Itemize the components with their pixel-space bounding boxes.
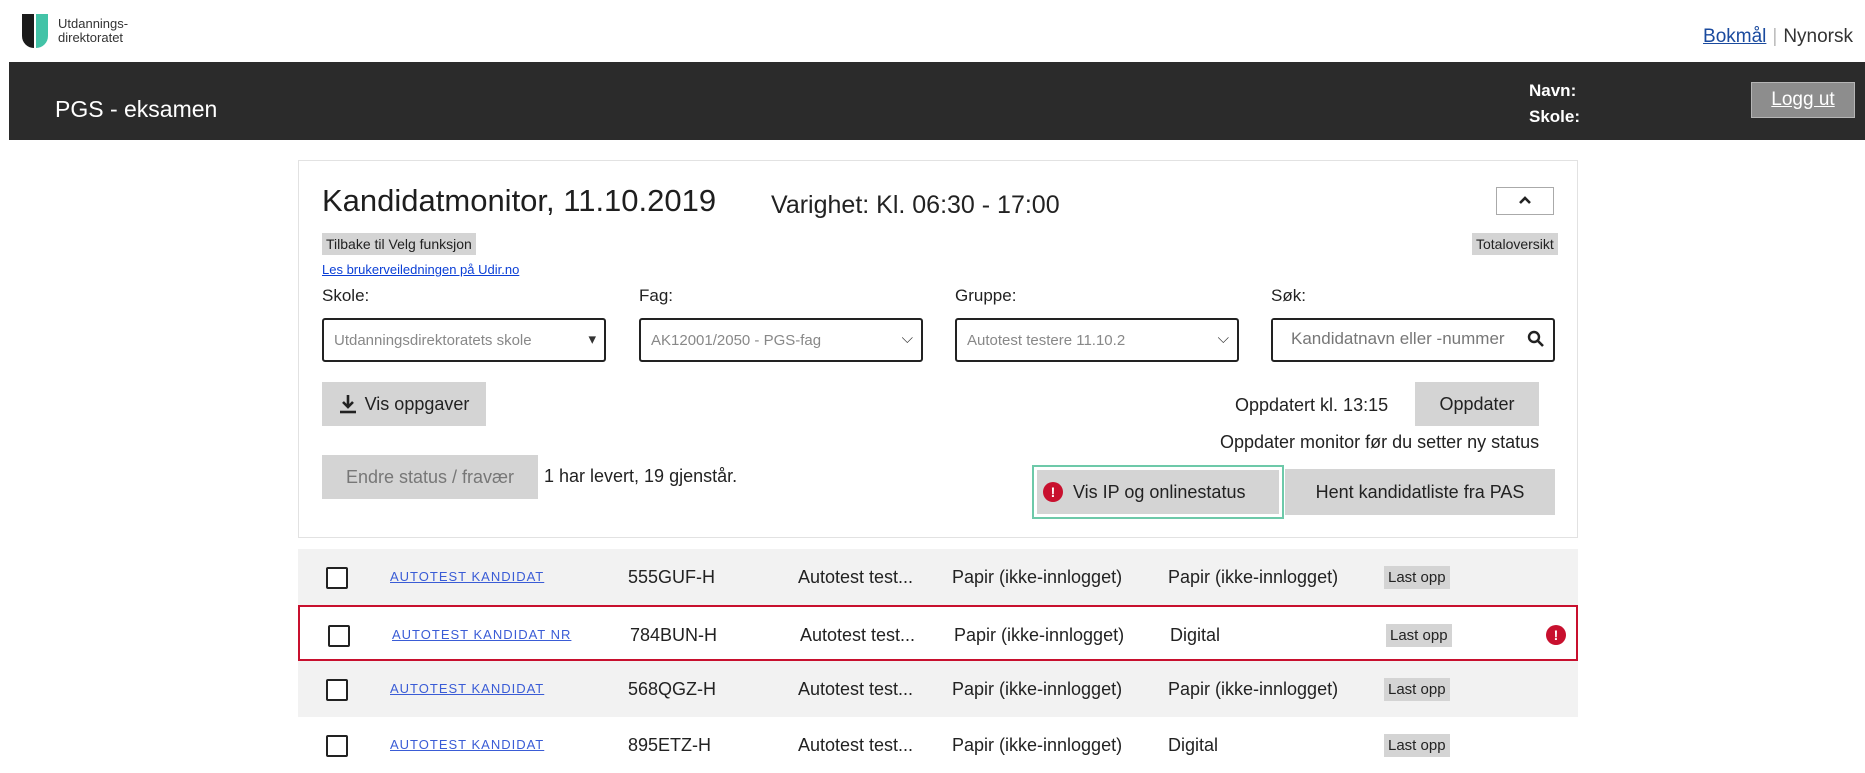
candidate-name-link[interactable]: AUTOTEST KANDIDAT — [390, 681, 544, 696]
candidate-status-2: Papir (ikke-innlogget) — [1168, 567, 1339, 587]
app-header: PGS - eksamen Navn: Skole: Logg ut — [9, 62, 1865, 140]
language-switcher: Bokmål | Nynorsk — [1703, 26, 1853, 48]
dropdown-arrow-icon: ▾ — [588, 331, 596, 348]
search-icon — [1527, 330, 1544, 347]
fag-select-value: AK12001/2050 - PGS-fag — [651, 332, 822, 349]
language-separator: | — [1772, 26, 1778, 47]
skole-select-value: Utdanningsdirektoratets skole — [334, 332, 532, 349]
help-link[interactable]: Les brukerveiledningen på Udir.no — [322, 262, 519, 277]
collapse-button[interactable] — [1496, 187, 1554, 215]
candidate-number: 555GUF-H — [628, 567, 716, 587]
chevron-up-icon — [1519, 196, 1531, 204]
row-checkbox[interactable] — [326, 679, 348, 701]
table-row: AUTOTEST KANDIDAT 555GUF-H Autotest test… — [298, 549, 1578, 605]
logo-text-line2: direktoratet — [58, 30, 124, 45]
gruppe-select[interactable]: Autotest testere 11.10.2 ⌵ — [955, 318, 1239, 362]
back-button[interactable]: Tilbake til Velg funksjon — [322, 233, 476, 255]
language-nynorsk-link[interactable]: Nynorsk — [1783, 26, 1853, 47]
fag-label: Fag: — [639, 286, 674, 305]
candidate-status-1: Papir (ikke-innlogget) — [952, 679, 1123, 699]
page-title: Kandidatmonitor, 11.10.2019 — [322, 183, 717, 218]
search-input[interactable] — [1273, 320, 1513, 358]
vis-ip-button-inner: ! Vis IP og onlinestatus — [1037, 470, 1279, 514]
language-bokmal-link[interactable]: Bokmål — [1703, 26, 1766, 47]
table-row: AUTOTEST KANDIDAT 568QGZ-H Autotest test… — [298, 661, 1578, 717]
updated-timestamp: Oppdatert kl. 13:15 — [1235, 395, 1389, 415]
candidate-status-1: Papir (ikke-innlogget) — [954, 625, 1125, 645]
alert-icon: ! — [1043, 482, 1063, 502]
row-checkbox[interactable] — [326, 567, 348, 589]
logout-button[interactable]: Logg ut — [1751, 82, 1855, 118]
udir-logo[interactable]: Utdannings- direktoratet — [22, 14, 128, 48]
candidate-group: Autotest test... — [798, 735, 914, 755]
row-checkbox[interactable] — [326, 735, 348, 757]
last-opp-button[interactable]: Last opp — [1384, 678, 1450, 701]
endre-status-button[interactable]: Endre status / fravær — [322, 455, 538, 499]
gruppe-label: Gruppe: — [955, 286, 1017, 305]
vis-oppgaver-button[interactable]: Vis oppgaver — [322, 382, 486, 426]
delivery-status-text: 1 har levert, 19 gjenstår. — [544, 466, 738, 486]
top-bar: Utdannings- direktoratet Bokmål | Nynorsk — [0, 0, 1865, 62]
candidate-status-2: Digital — [1170, 625, 1221, 645]
logo-text-line1: Utdannings- — [58, 16, 129, 31]
candidate-name-link[interactable]: AUTOTEST KANDIDAT NR — [392, 627, 571, 642]
logo-text: Utdannings- direktoratet — [58, 17, 128, 45]
candidate-name-link[interactable]: AUTOTEST KANDIDAT — [390, 737, 544, 752]
candidate-group: Autotest test... — [798, 679, 914, 699]
gruppe-select-value: Autotest testere 11.10.2 — [967, 332, 1126, 349]
row-checkbox[interactable] — [328, 625, 350, 647]
vis-ip-label: Vis IP og onlinestatus — [1073, 481, 1246, 502]
user-info: Navn: Skole: — [1529, 78, 1580, 130]
vis-ip-button[interactable]: ! Vis IP og onlinestatus — [1032, 465, 1284, 519]
candidate-name-link[interactable]: AUTOTEST KANDIDAT — [390, 569, 544, 584]
vis-oppgaver-label: Vis oppgaver — [364, 393, 470, 414]
candidate-status-1: Papir (ikke-innlogget) — [952, 567, 1123, 587]
candidate-table: AUTOTEST KANDIDAT 555GUF-H Autotest test… — [298, 549, 1578, 773]
chevron-down-icon: ⌵ — [901, 330, 913, 347]
candidate-group: Autotest test... — [800, 625, 916, 645]
candidate-number: 895ETZ-H — [628, 735, 712, 755]
app-title: PGS - eksamen — [55, 96, 218, 122]
last-opp-button[interactable]: Last opp — [1384, 734, 1450, 757]
candidate-number: 784BUN-H — [630, 625, 718, 645]
update-button[interactable]: Oppdater — [1415, 382, 1539, 426]
table-row: AUTOTEST KANDIDAT NR 784BUN-H Autotest t… — [298, 605, 1578, 661]
chevron-down-icon: ⌵ — [1217, 330, 1229, 347]
candidate-status-2: Papir (ikke-innlogget) — [1168, 679, 1339, 699]
candidate-number: 568QGZ-H — [628, 679, 717, 699]
update-note: Oppdater monitor før du setter ny status — [1220, 432, 1540, 452]
hent-kandidatliste-button[interactable]: Hent kandidatliste fra PAS — [1285, 469, 1555, 515]
candidate-group: Autotest test... — [798, 567, 914, 587]
last-opp-button[interactable]: Last opp — [1386, 624, 1452, 647]
sok-label: Søk: — [1271, 286, 1306, 305]
monitor-panel: Kandidatmonitor, 11.10.2019 Varighet: Kl… — [298, 160, 1578, 538]
udir-logo-mark-icon — [22, 14, 48, 48]
fag-select[interactable]: AK12001/2050 - PGS-fag ⌵ — [639, 318, 923, 362]
overview-button[interactable]: Totaloversikt — [1472, 233, 1558, 255]
alert-icon[interactable]: ! — [1546, 625, 1566, 645]
search-field[interactable] — [1271, 318, 1555, 362]
skole-label: Skole: — [322, 286, 370, 305]
candidate-status-2: Digital — [1168, 735, 1219, 755]
table-row: AUTOTEST KANDIDAT 895ETZ-H Autotest test… — [298, 717, 1578, 773]
skole-label: Skole: — [1529, 107, 1581, 126]
last-opp-button[interactable]: Last opp — [1384, 566, 1450, 589]
candidate-status-1: Papir (ikke-innlogget) — [952, 735, 1123, 755]
exam-duration: Varighet: Kl. 06:30 - 17:00 — [771, 191, 1060, 219]
download-icon — [339, 395, 356, 414]
skole-select[interactable]: Utdanningsdirektoratets skole ▾ — [322, 318, 606, 362]
navn-label: Navn: — [1529, 81, 1577, 100]
